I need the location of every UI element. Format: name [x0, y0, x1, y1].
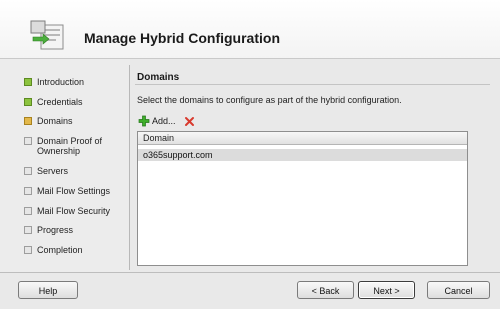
step-pending-icon: [24, 167, 32, 175]
green-plus-icon: [138, 115, 150, 127]
section-title: Domains: [137, 72, 180, 83]
list-item[interactable]: o365support.com: [138, 149, 467, 161]
step-label: Credentials: [37, 97, 83, 107]
step-label: Progress: [37, 225, 74, 235]
domain-list[interactable]: Domain o365support.com: [137, 131, 468, 266]
add-label: Add...: [152, 116, 176, 126]
step-domains: Domains: [24, 116, 117, 126]
step-completion: Completion: [24, 245, 117, 255]
step-pending-icon: [24, 187, 32, 195]
step-label: Domains: [37, 116, 73, 126]
wizard-window: Manage Hybrid Configuration Introduction…: [0, 0, 500, 309]
step-progress: Progress: [24, 225, 117, 235]
red-x-icon[interactable]: [184, 116, 195, 127]
step-label: Introduction: [37, 77, 85, 87]
add-domain-button[interactable]: Add...: [138, 115, 176, 127]
step-pending-icon: [24, 137, 32, 145]
list-toolbar: Add...: [138, 114, 195, 128]
step-pending-icon: [24, 246, 32, 254]
step-domain-proof-of-ownership: Domain Proof of Ownership: [24, 136, 112, 156]
step-label: Domain Proof of Ownership: [37, 136, 103, 156]
step-label: Completion: [37, 245, 83, 255]
pane-divider: [129, 65, 130, 270]
column-header-domain[interactable]: Domain: [138, 132, 467, 145]
step-introduction: Introduction: [24, 77, 117, 87]
hybrid-configuration-icon: [30, 20, 64, 50]
step-label: Mail Flow Security: [37, 206, 111, 216]
wizard-title: Manage Hybrid Configuration: [84, 30, 280, 46]
step-pending-icon: [24, 226, 32, 234]
step-label: Mail Flow Settings: [37, 186, 111, 196]
step-done-icon: [24, 78, 32, 86]
step-label: Servers: [37, 166, 69, 176]
step-current-icon: [24, 117, 32, 125]
step-mail-flow-settings: Mail Flow Settings: [24, 186, 117, 196]
step-done-icon: [24, 98, 32, 106]
back-button[interactable]: < Back: [297, 281, 354, 299]
step-pending-icon: [24, 207, 32, 215]
step-mail-flow-security: Mail Flow Security: [24, 206, 117, 216]
help-button[interactable]: Help: [18, 281, 78, 299]
footer-divider: [0, 272, 500, 273]
step-credentials: Credentials: [24, 97, 117, 107]
section-divider: [135, 84, 490, 85]
wizard-header: Manage Hybrid Configuration: [0, 0, 500, 59]
next-button[interactable]: Next >: [358, 281, 415, 299]
instruction-text: Select the domains to configure as part …: [137, 95, 402, 105]
step-servers: Servers: [24, 166, 117, 176]
cancel-button[interactable]: Cancel: [427, 281, 490, 299]
